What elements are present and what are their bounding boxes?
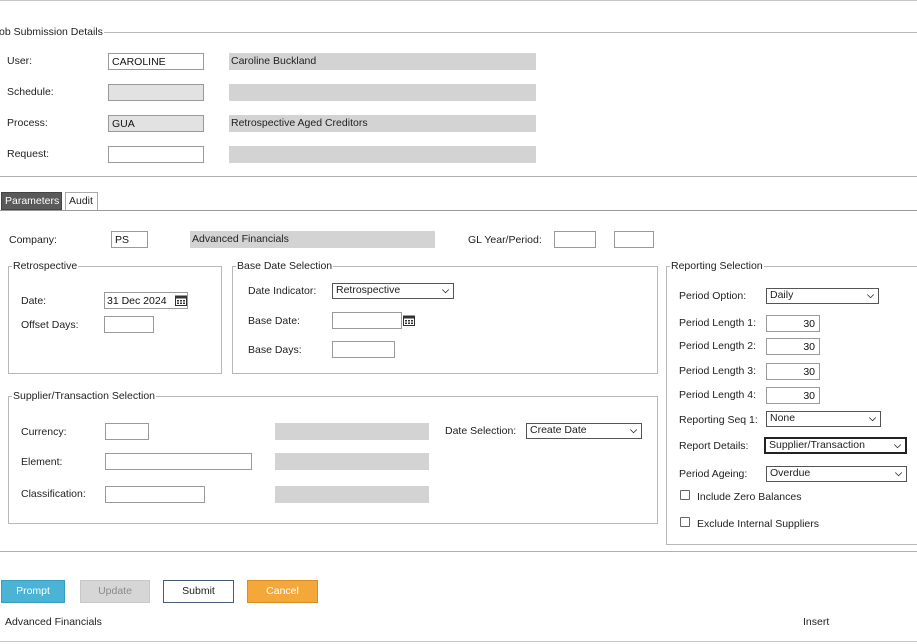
- period-length-1-label: Period Length 1:: [679, 317, 757, 329]
- currency-display: [275, 423, 429, 440]
- chevron-down-icon: ⌵: [894, 440, 901, 450]
- element-label: Element:: [21, 456, 63, 468]
- include-zero-balances-checkbox[interactable]: [680, 490, 690, 500]
- base-days-label: Base Days:: [248, 344, 302, 356]
- request-label: Request:: [7, 148, 50, 160]
- request-display: [229, 146, 536, 163]
- gl-year-period-label: GL Year/Period:: [468, 234, 542, 246]
- date-indicator-select[interactable]: Retrospective ⌵: [332, 283, 454, 299]
- date-selection-label: Date Selection:: [445, 425, 517, 437]
- period-ageing-select[interactable]: Overdue ⌵: [766, 466, 907, 482]
- supplier-transaction-legend: Supplier/Transaction Selection: [12, 390, 157, 402]
- calendar-icon[interactable]: [175, 295, 187, 306]
- offset-days-label: Offset Days:: [21, 319, 79, 331]
- request-input[interactable]: [108, 146, 204, 163]
- tab-bar-line: [0, 210, 917, 211]
- classification-label: Classification:: [21, 488, 86, 500]
- classification-input[interactable]: [105, 486, 205, 503]
- exclude-internal-suppliers-label: Exclude Internal Suppliers: [697, 518, 819, 530]
- base-date-input[interactable]: [332, 312, 402, 329]
- period-length-3-label: Period Length 3:: [679, 365, 757, 377]
- gl-period-input[interactable]: [614, 231, 654, 248]
- base-days-input[interactable]: [332, 341, 395, 358]
- chevron-down-icon: ⌵: [630, 425, 637, 435]
- job-section-divider: [0, 176, 917, 177]
- calendar-icon[interactable]: [403, 315, 415, 326]
- period-length-1-input[interactable]: 30: [766, 315, 820, 332]
- reporting-seq-1-select[interactable]: None ⌵: [766, 411, 881, 427]
- report-details-select[interactable]: Supplier/Transaction ⌵: [764, 437, 907, 454]
- chevron-down-icon: ⌵: [869, 413, 876, 423]
- retrospective-legend: Retrospective: [12, 260, 79, 272]
- element-input[interactable]: [105, 453, 252, 470]
- period-option-select[interactable]: Daily ⌵: [766, 288, 879, 304]
- bottom-border: [0, 641, 917, 642]
- period-ageing-value: Overdue: [770, 467, 811, 479]
- job-submission-legend: ob Submission Details: [0, 26, 104, 38]
- status-app-name: Advanced Financials: [5, 616, 102, 628]
- report-details-value: Supplier/Transaction: [769, 439, 865, 451]
- process-name-display: Retrospective Aged Creditors: [229, 115, 536, 132]
- process-label: Process:: [7, 117, 48, 129]
- reporting-seq-1-label: Reporting Seq 1:: [679, 414, 758, 426]
- cancel-button[interactable]: Cancel: [247, 580, 318, 603]
- chevron-down-icon: ⌵: [867, 290, 874, 300]
- company-label: Company:: [9, 234, 57, 246]
- retro-date-value: 31 Dec 2024: [107, 295, 167, 307]
- top-border: [0, 0, 917, 1]
- buttons-divider: [0, 551, 917, 552]
- status-mode: Insert: [803, 616, 830, 628]
- user-name-display: Caroline Buckland: [229, 53, 536, 70]
- gl-year-input[interactable]: [554, 231, 596, 248]
- schedule-display: [229, 84, 536, 101]
- user-label: User:: [7, 55, 33, 67]
- period-ageing-label: Period Ageing:: [679, 468, 748, 480]
- reporting-selection-legend: Reporting Selection: [670, 260, 764, 272]
- currency-input[interactable]: [105, 423, 149, 440]
- prompt-button[interactable]: Prompt: [1, 580, 65, 603]
- offset-days-input[interactable]: [104, 316, 154, 333]
- schedule-input[interactable]: [108, 84, 204, 101]
- company-name-display: Advanced Financials: [190, 231, 435, 248]
- company-code-input[interactable]: PS: [111, 231, 148, 248]
- update-button[interactable]: Update: [80, 580, 150, 603]
- period-length-3-input[interactable]: 30: [766, 363, 820, 380]
- chevron-down-icon: ⌵: [442, 285, 449, 295]
- period-length-4-label: Period Length 4:: [679, 389, 757, 401]
- reporting-selection-fieldset: Reporting Selection: [666, 260, 917, 545]
- date-selection-value: Create Date: [530, 424, 587, 436]
- date-selection-select[interactable]: Create Date ⌵: [526, 423, 642, 439]
- base-date-legend: Base Date Selection: [236, 260, 334, 272]
- base-date-label: Base Date:: [248, 315, 300, 327]
- date-indicator-label: Date Indicator:: [248, 285, 317, 297]
- retro-date-label: Date:: [21, 295, 47, 307]
- currency-label: Currency:: [21, 426, 67, 438]
- user-code-input[interactable]: CAROLINE: [108, 53, 204, 70]
- period-length-4-input[interactable]: 30: [766, 387, 820, 404]
- date-indicator-value: Retrospective: [336, 284, 401, 296]
- element-display: [275, 453, 429, 470]
- period-option-value: Daily: [770, 289, 794, 301]
- submit-button[interactable]: Submit: [163, 580, 234, 603]
- process-code-input[interactable]: GUA: [108, 115, 204, 132]
- schedule-label: Schedule:: [7, 86, 54, 98]
- period-option-label: Period Option:: [679, 290, 747, 302]
- period-length-2-label: Period Length 2:: [679, 340, 757, 352]
- exclude-internal-suppliers-checkbox[interactable]: [680, 517, 690, 527]
- include-zero-balances-label: Include Zero Balances: [697, 491, 802, 503]
- report-details-label: Report Details:: [679, 440, 749, 452]
- classification-display: [275, 486, 429, 503]
- tab-audit[interactable]: Audit: [65, 192, 98, 210]
- period-length-2-input[interactable]: 30: [766, 338, 820, 355]
- chevron-down-icon: ⌵: [895, 468, 902, 478]
- reporting-seq-1-value: None: [770, 412, 796, 424]
- tab-parameters[interactable]: Parameters: [1, 192, 62, 210]
